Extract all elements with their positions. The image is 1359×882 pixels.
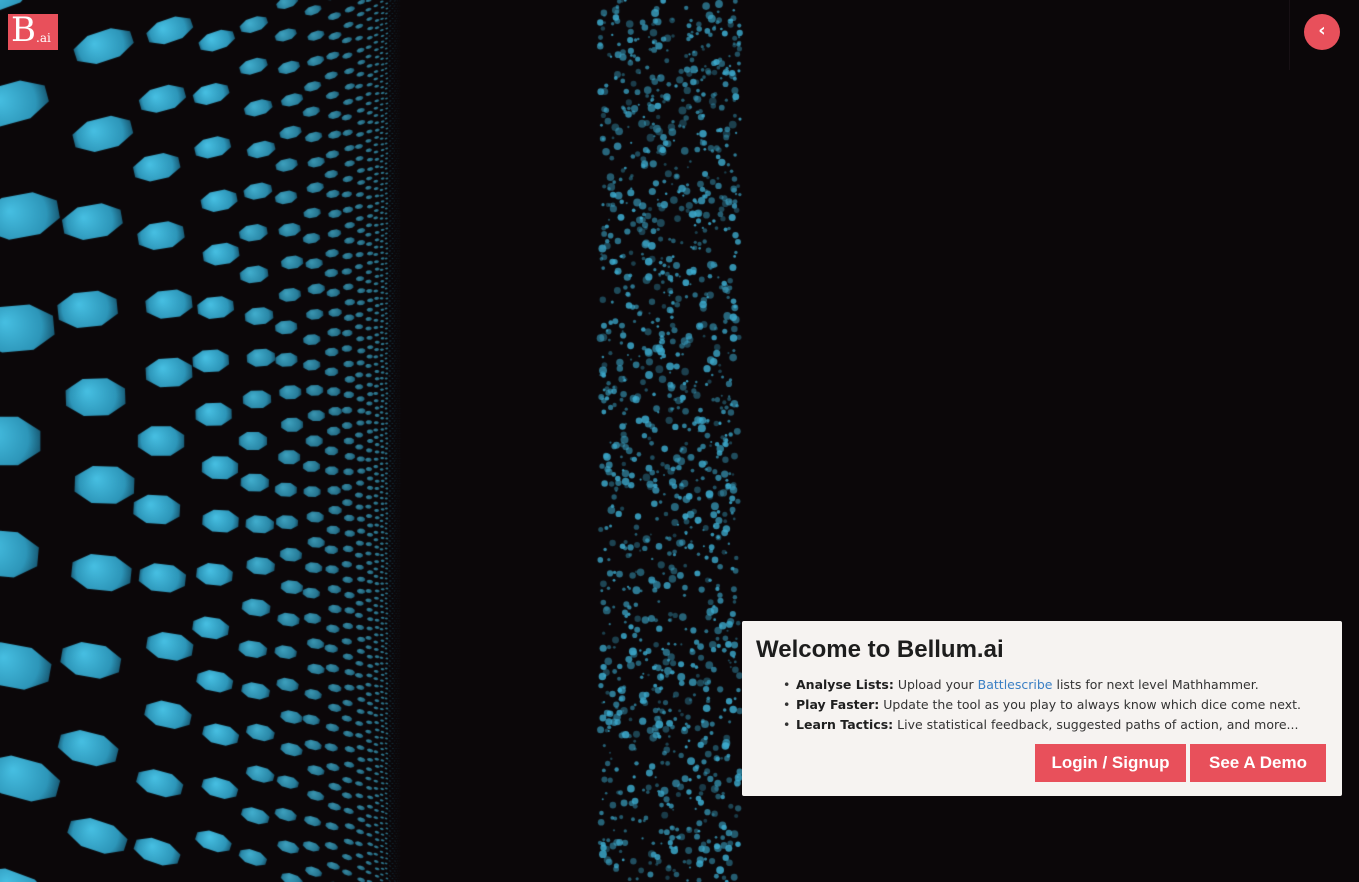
app-root: B.ai ‹ Welcome to Bellum.ai Analyse List… <box>0 0 1359 882</box>
feature-text: Live statistical feedback, suggested pat… <box>897 717 1298 732</box>
welcome-title: Welcome to Bellum.ai <box>756 635 1328 665</box>
feature-label: Analyse Lists: <box>796 677 894 692</box>
chevron-left-icon: ‹ <box>1318 20 1325 41</box>
login-signup-button[interactable]: Login / Signup <box>1035 744 1186 782</box>
welcome-actions: Login / Signup See A Demo <box>1035 744 1326 782</box>
feature-label: Play Faster: <box>796 697 879 712</box>
logo-letter: B <box>11 14 36 50</box>
feature-text: Upload your <box>898 677 978 692</box>
battlescribe-link[interactable]: Battlescribe <box>978 677 1053 692</box>
feature-text: Update the tool as you play to always kn… <box>883 697 1301 712</box>
feature-item-analyse: Analyse Lists: Upload your Battlescribe … <box>796 675 1328 695</box>
logo-suffix: .ai <box>36 31 51 45</box>
feature-text: lists for next level Mathhammer. <box>1053 677 1259 692</box>
feature-item-learn: Learn Tactics: Live statistical feedback… <box>796 715 1328 735</box>
bellum-logo[interactable]: B.ai <box>8 14 58 50</box>
collapse-panel-button[interactable]: ‹ <box>1304 14 1340 50</box>
feature-item-play: Play Faster: Update the tool as you play… <box>796 695 1328 715</box>
welcome-card: Welcome to Bellum.ai Analyse Lists: Uplo… <box>742 621 1342 796</box>
see-demo-button[interactable]: See A Demo <box>1190 744 1326 782</box>
feature-list: Analyse Lists: Upload your Battlescribe … <box>756 675 1328 735</box>
feature-label: Learn Tactics: <box>796 717 893 732</box>
